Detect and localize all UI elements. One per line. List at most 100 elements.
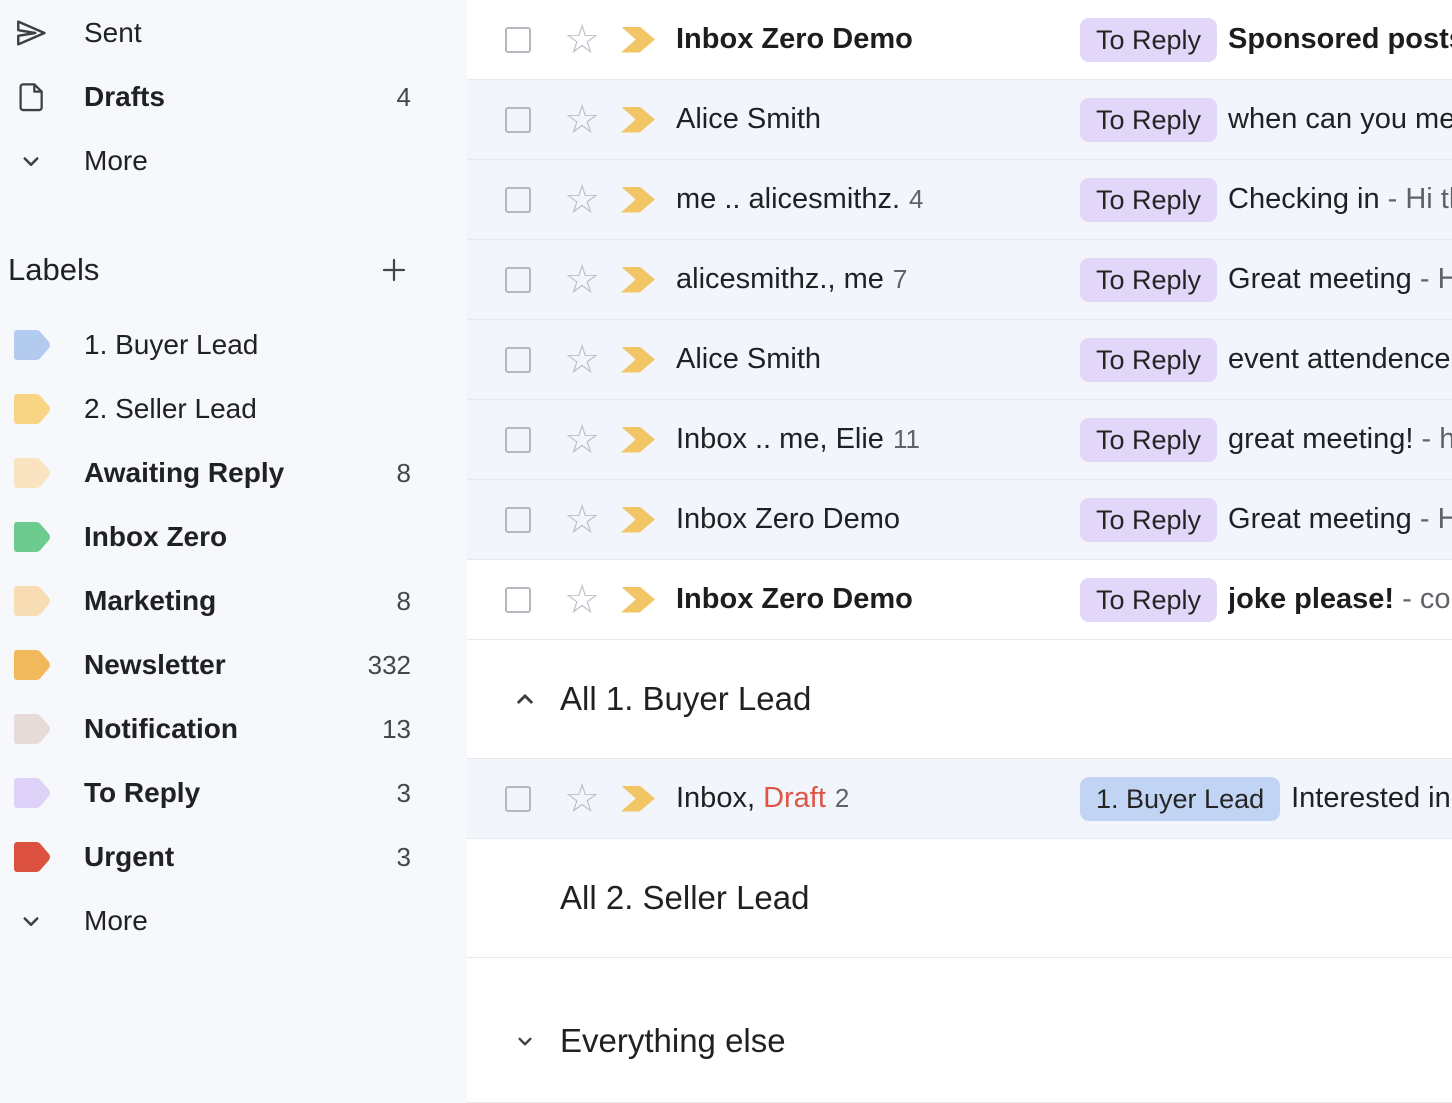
section-chevron-icon[interactable] [510,684,540,714]
select-checkbox[interactable] [505,187,531,213]
email-row[interactable]: ☆ Alice Smith To Reply event attendence … [467,320,1452,400]
sender-name: Inbox Zero Demo [676,583,913,616]
select-checkbox[interactable] [505,107,531,133]
email-subject: joke please! [1228,583,1394,615]
section-chevron-icon[interactable] [510,1026,540,1056]
email-row[interactable]: ☆ Inbox Zero Demo To Reply joke please! … [467,560,1452,640]
email-sender: me .. alicesmithz.4 [676,183,1080,216]
email-subject-line: great meeting! - hey [1228,423,1452,456]
select-checkbox[interactable] [505,267,531,293]
label-count: 8 [351,586,467,617]
sender-name: Inbox .. me, Elie [676,423,884,456]
sidebar: Sent Drafts 4 More Labels [0,0,467,1103]
chevron-down-icon [12,902,50,940]
importance-marker-icon[interactable] [621,27,655,53]
star-icon[interactable]: ☆ [563,580,601,620]
select-checkbox[interactable] [505,427,531,453]
email-subject-line: Great meeting - Hi J [1228,263,1452,296]
sidebar-item-label: Sent [84,17,351,49]
email-row[interactable]: ☆ me .. alicesmithz.4 To Reply Checking … [467,160,1452,240]
sender-name: Inbox Zero Demo [676,23,913,56]
sidebar-label-item[interactable]: Newsletter 332 [0,633,467,697]
label-chip[interactable]: 1. Buyer Lead [1080,777,1280,821]
gmail-app: Sent Drafts 4 More Labels [0,0,1452,1103]
email-subject: great meeting! [1228,423,1413,455]
star-icon[interactable]: ☆ [563,100,601,140]
sidebar-label-item[interactable]: Awaiting Reply 8 [0,441,467,505]
label-chip[interactable]: To Reply [1080,578,1217,622]
label-chip[interactable]: To Reply [1080,98,1217,142]
label-chip[interactable]: To Reply [1080,418,1217,462]
importance-marker-icon[interactable] [621,267,655,293]
email-row[interactable]: ☆ Inbox .. me, Elie11 To Reply great mee… [467,400,1452,480]
email-subject-line: joke please! - could [1228,583,1452,616]
sidebar-label-item[interactable]: 2. Seller Lead [0,377,467,441]
sidebar-item-sent[interactable]: Sent [0,1,467,65]
importance-marker-icon[interactable] [621,427,655,453]
importance-marker-icon[interactable] [621,786,655,812]
label-chip[interactable]: To Reply [1080,178,1217,222]
sidebar-item-more[interactable]: More [0,129,467,193]
email-subject: Great meeting [1228,503,1412,535]
star-icon[interactable]: ☆ [563,260,601,300]
label-name: Notification [84,713,351,745]
sidebar-label-item[interactable]: Notification 13 [0,697,467,761]
star-icon[interactable]: ☆ [563,779,601,819]
chevron-down-icon [12,142,50,180]
sidebar-item-drafts[interactable]: Drafts 4 [0,65,467,129]
star-icon[interactable]: ☆ [563,180,601,220]
email-sender: Inbox, Draft2 [676,782,1080,815]
sidebar-label-item[interactable]: To Reply 3 [0,761,467,825]
email-row[interactable]: ☆ Inbox Zero Demo To Reply Sponsored pos… [467,0,1452,80]
sidebar-item-label: More [84,145,351,177]
label-chip[interactable]: To Reply [1080,258,1217,302]
sidebar-label-item[interactable]: Inbox Zero [0,505,467,569]
label-name: 2. Seller Lead [84,393,351,425]
email-row[interactable]: ☆ Inbox Zero Demo To Reply Great meeting… [467,480,1452,560]
importance-marker-icon[interactable] [621,347,655,373]
importance-marker-icon[interactable] [621,187,655,213]
sender-name: Inbox Zero Demo [676,503,900,536]
email-row[interactable]: ☆ Alice Smith To Reply when can you meet [467,80,1452,160]
labels-header: Labels [0,234,467,306]
select-checkbox[interactable] [505,27,531,53]
sidebar-item-count: 4 [351,82,467,113]
email-subject: when can you meet [1228,103,1452,135]
email-subject-line: when can you meet [1228,103,1452,136]
sender-name: Inbox, [676,782,763,815]
label-chip[interactable]: To Reply [1080,498,1217,542]
importance-marker-icon[interactable] [621,107,655,133]
star-icon[interactable]: ☆ [563,340,601,380]
star-icon[interactable]: ☆ [563,500,601,540]
select-checkbox[interactable] [505,347,531,373]
label-count: 8 [351,458,467,489]
list-section-header[interactable]: Everything else [467,958,1452,1103]
list-section-header[interactable]: All 2. Seller Lead [467,839,1452,958]
sidebar-label-item[interactable]: Marketing 8 [0,569,467,633]
importance-marker-icon[interactable] [621,587,655,613]
email-subject: Great meeting [1228,263,1412,295]
label-chip[interactable]: To Reply [1080,18,1217,62]
star-icon[interactable]: ☆ [563,20,601,60]
sidebar-label-item[interactable]: 1. Buyer Lead [0,313,467,377]
importance-marker-icon[interactable] [621,507,655,533]
list-section-header[interactable]: All 1. Buyer Lead [467,640,1452,759]
label-tag-icon [12,392,52,426]
email-snippet: could [1420,583,1452,615]
sender-name: Alice Smith [676,343,821,376]
email-snippet: Hey [1438,503,1452,535]
select-checkbox[interactable] [505,786,531,812]
draft-indicator: Draft [763,782,826,815]
label-count: 3 [351,842,467,873]
create-label-button[interactable] [377,253,411,287]
email-row[interactable]: ☆ Inbox, Draft2 1. Buyer Lead Interested… [467,759,1452,839]
star-icon[interactable]: ☆ [563,420,601,460]
label-chip[interactable]: To Reply [1080,338,1217,382]
select-checkbox[interactable] [505,587,531,613]
label-name: Marketing [84,585,351,617]
email-row[interactable]: ☆ alicesmithz., me7 To Reply Great meeti… [467,240,1452,320]
email-sender: Inbox Zero Demo [676,583,1080,616]
sidebar-labels-more[interactable]: More [0,889,467,953]
sidebar-label-item[interactable]: Urgent 3 [0,825,467,889]
select-checkbox[interactable] [505,507,531,533]
